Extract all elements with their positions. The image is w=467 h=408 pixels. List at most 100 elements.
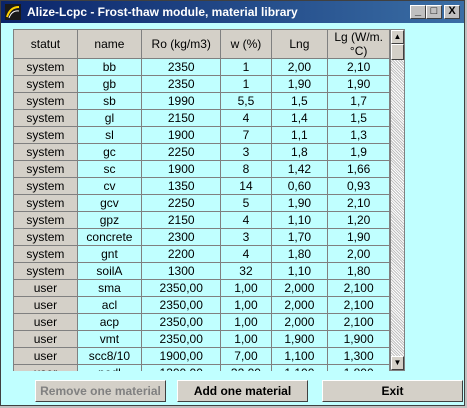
minimize-icon[interactable]: _ [410, 5, 426, 19]
cell-ro[interactable]: 2350 [141, 58, 222, 76]
cell-w[interactable]: 8 [220, 160, 272, 178]
table-row[interactable]: system concrete 2300 3 1,70 1,90 [13, 228, 390, 246]
cell-name[interactable]: vmt [76, 330, 143, 348]
cell-lg[interactable]: 1,90 [327, 228, 390, 246]
cell-name[interactable]: concrete [76, 228, 143, 246]
vertical-scrollbar[interactable]: ▲ ▼ [390, 29, 405, 371]
cell-lg[interactable]: 1,7 [327, 92, 390, 110]
cell-statut[interactable]: user [13, 279, 78, 297]
cell-statut[interactable]: user [13, 313, 78, 331]
cell-lg[interactable]: 1,66 [327, 160, 390, 178]
cell-lng[interactable]: 2,000 [270, 313, 329, 331]
cell-name[interactable]: podl [76, 364, 143, 371]
cell-w[interactable]: 1 [220, 75, 272, 93]
column-header-lg[interactable]: Lg (W/m.°C) [327, 29, 390, 59]
table-row[interactable]: user acp 2350,00 1,00 2,000 2,100 [13, 313, 390, 331]
cell-ro[interactable]: 1900 [141, 160, 222, 178]
cell-ro[interactable]: 2150 [141, 109, 222, 127]
cell-w[interactable]: 5,5 [220, 92, 272, 110]
cell-statut[interactable]: system [13, 126, 78, 144]
remove-material-button[interactable]: Remove one material [35, 380, 166, 402]
cell-ro[interactable]: 2350,00 [141, 313, 222, 331]
cell-w[interactable]: 1,00 [220, 313, 272, 331]
cell-w[interactable]: 7,00 [220, 347, 272, 365]
column-header-statut[interactable]: statut [13, 29, 78, 59]
cell-lng[interactable]: 2,000 [270, 279, 329, 297]
table-row[interactable]: system gcv 2250 5 1,90 2,10 [13, 194, 390, 212]
cell-w[interactable]: 3 [220, 228, 272, 246]
column-header-lng[interactable]: Lng [270, 29, 329, 59]
cell-lng[interactable]: 1,5 [270, 92, 329, 110]
cell-w[interactable]: 5 [220, 194, 272, 212]
scroll-down-icon[interactable]: ▼ [391, 356, 404, 370]
cell-lng[interactable]: 1,90 [270, 194, 329, 212]
cell-name[interactable]: soilA [76, 262, 143, 280]
cell-lng[interactable]: 1,90 [270, 75, 329, 93]
cell-ro[interactable]: 2350,00 [141, 330, 222, 348]
cell-name[interactable]: sb [76, 92, 143, 110]
cell-name[interactable]: gnt [76, 245, 143, 263]
table-row[interactable]: system sb 1990 5,5 1,5 1,7 [13, 92, 390, 110]
table-row[interactable]: userpodl1300,0032,001,1001,800 [13, 364, 390, 371]
cell-statut[interactable]: user [13, 364, 78, 371]
cell-w[interactable]: 32 [220, 262, 272, 280]
table-row[interactable]: user acl 2350,00 1,00 2,000 2,100 [13, 296, 390, 314]
cell-lg[interactable]: 1,3 [327, 126, 390, 144]
table-row[interactable]: user sma 2350,00 1,00 2,000 2,100 [13, 279, 390, 297]
cell-ro[interactable]: 1300,00 [141, 364, 222, 371]
cell-lng[interactable]: 1,10 [270, 262, 329, 280]
cell-name[interactable]: sma [76, 279, 143, 297]
cell-statut[interactable]: user [13, 347, 78, 365]
table-row[interactable]: system gl 2150 4 1,4 1,5 [13, 109, 390, 127]
cell-statut[interactable]: system [13, 194, 78, 212]
cell-statut[interactable]: system [13, 109, 78, 127]
cell-name[interactable]: acl [76, 296, 143, 314]
cell-lg[interactable]: 1,800 [327, 364, 390, 371]
table-row[interactable]: system cv 1350 14 0,60 0,93 [13, 177, 390, 195]
cell-lng[interactable]: 1,1 [270, 126, 329, 144]
cell-lng[interactable]: 1,100 [270, 347, 329, 365]
cell-lng[interactable]: 1,70 [270, 228, 329, 246]
cell-name[interactable]: acp [76, 313, 143, 331]
cell-ro[interactable]: 2350,00 [141, 279, 222, 297]
cell-w[interactable]: 1,00 [220, 330, 272, 348]
cell-statut[interactable]: system [13, 92, 78, 110]
exit-button[interactable]: Exit [322, 380, 463, 402]
cell-statut[interactable]: system [13, 262, 78, 280]
cell-w[interactable]: 1,00 [220, 279, 272, 297]
table-row[interactable]: system gpz 2150 4 1,10 1,20 [13, 211, 390, 229]
cell-lng[interactable]: 1,10 [270, 211, 329, 229]
cell-statut[interactable]: user [13, 330, 78, 348]
cell-ro[interactable]: 2200 [141, 245, 222, 263]
cell-lg[interactable]: 2,10 [327, 58, 390, 76]
title-bar[interactable]: Alize-Lcpc - Frost-thaw module, material… [1, 1, 464, 23]
cell-ro[interactable]: 1300 [141, 262, 222, 280]
cell-w[interactable]: 4 [220, 245, 272, 263]
cell-name[interactable]: sl [76, 126, 143, 144]
cell-ro[interactable]: 2250 [141, 194, 222, 212]
cell-name[interactable]: cv [76, 177, 143, 195]
cell-lg[interactable]: 0,93 [327, 177, 390, 195]
cell-lg[interactable]: 1,900 [327, 330, 390, 348]
cell-name[interactable]: gl [76, 109, 143, 127]
cell-lg[interactable]: 1,90 [327, 75, 390, 93]
table-row[interactable]: system gb 2350 1 1,90 1,90 [13, 75, 390, 93]
cell-ro[interactable]: 1990 [141, 92, 222, 110]
column-header-name[interactable]: name [76, 29, 143, 59]
cell-name[interactable]: gpz [76, 211, 143, 229]
column-header-w[interactable]: w (%) [220, 29, 272, 59]
cell-lg[interactable]: 2,100 [327, 279, 390, 297]
cell-ro[interactable]: 1900,00 [141, 347, 222, 365]
cell-statut[interactable]: system [13, 177, 78, 195]
cell-name[interactable]: sc [76, 160, 143, 178]
cell-name[interactable]: bb [76, 58, 143, 76]
table-row[interactable]: system soilA 1300 32 1,10 1,80 [13, 262, 390, 280]
cell-statut[interactable]: system [13, 160, 78, 178]
cell-ro[interactable]: 2300 [141, 228, 222, 246]
cell-w[interactable]: 7 [220, 126, 272, 144]
cell-w[interactable]: 4 [220, 109, 272, 127]
cell-ro[interactable]: 1350 [141, 177, 222, 195]
cell-lng[interactable]: 1,100 [270, 364, 329, 371]
cell-ro[interactable]: 2150 [141, 211, 222, 229]
cell-w[interactable]: 1,00 [220, 296, 272, 314]
